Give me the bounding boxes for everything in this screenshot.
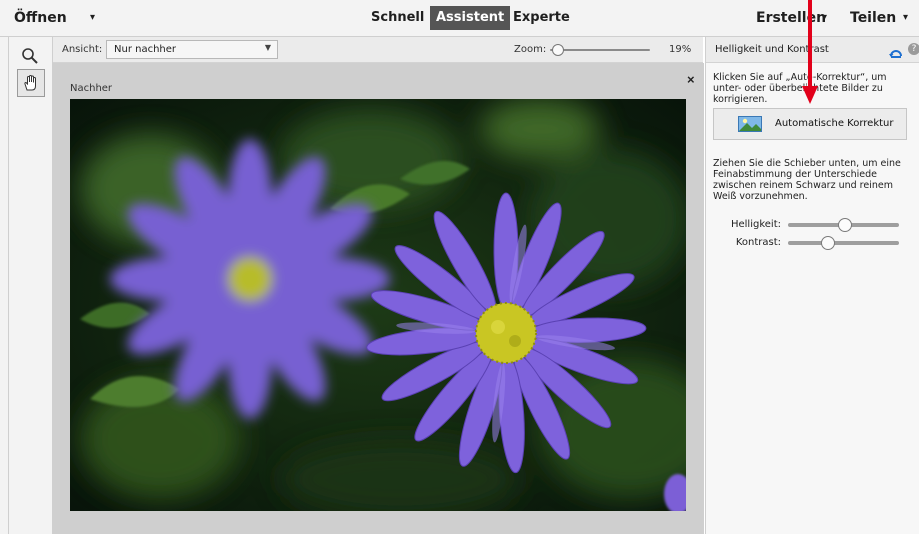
zoom-value: 19% (669, 44, 692, 55)
slider-instruction: Ziehen Sie die Schieber unten, um eine F… (713, 158, 901, 202)
open-menu[interactable]: Öffnen (14, 0, 67, 36)
annotation-arrow-icon (802, 0, 818, 104)
zoom-slider-track[interactable] (550, 49, 650, 51)
brightness-slider-thumb[interactable] (838, 218, 852, 232)
window-edge (8, 37, 9, 534)
photo-preview[interactable] (70, 99, 686, 511)
tab-expert[interactable]: Experte (507, 6, 576, 30)
view-dropdown[interactable]: Nur nachher ▼ (106, 40, 278, 59)
auto-correct-button-label: Automatische Korrektur (775, 118, 894, 129)
tab-guided[interactable]: Assistent (430, 6, 511, 30)
contrast-label: Kontrast: (735, 237, 781, 248)
canvas-title: Nachher (70, 83, 113, 94)
zoom-slider-thumb[interactable] (552, 44, 564, 56)
view-label: Ansicht: (62, 44, 103, 55)
menu-bar: Öffnen ▾ Schnell Assistent Experte Erste… (0, 0, 919, 37)
help-icon[interactable]: ? (908, 43, 919, 55)
zoom-label: Zoom: (514, 44, 547, 55)
view-dropdown-value: Nur nachher (114, 44, 177, 55)
share-menu[interactable]: Teilen (850, 0, 896, 36)
image-canvas: Nachher × (53, 63, 704, 534)
view-dropdown-chevron-down-icon: ▼ (264, 43, 271, 52)
tab-quick[interactable]: Schnell (365, 6, 430, 30)
open-menu-chevron-down-icon[interactable]: ▾ (90, 0, 95, 36)
reset-icon[interactable] (889, 43, 903, 62)
adjustment-panel: Helligkeit und Kontrast ? Klicken Sie au… (705, 37, 919, 534)
hand-tool-icon[interactable] (17, 69, 45, 97)
landscape-photo-icon (738, 116, 762, 136)
close-icon[interactable]: × (687, 72, 695, 87)
flower-photo (70, 99, 686, 511)
options-bar: Ansicht: Nur nachher ▼ Zoom: 19% (53, 37, 703, 63)
share-menu-chevron-down-icon[interactable]: ▾ (903, 0, 908, 36)
contrast-slider-track[interactable] (788, 241, 899, 245)
auto-correct-button[interactable]: Automatische Korrektur (713, 108, 907, 140)
brightness-label: Helligkeit: (730, 219, 781, 230)
contrast-slider-thumb[interactable] (821, 236, 835, 250)
zoom-tool-icon[interactable] (17, 43, 43, 69)
create-menu-chevron-down-icon[interactable]: ▾ (822, 0, 827, 36)
